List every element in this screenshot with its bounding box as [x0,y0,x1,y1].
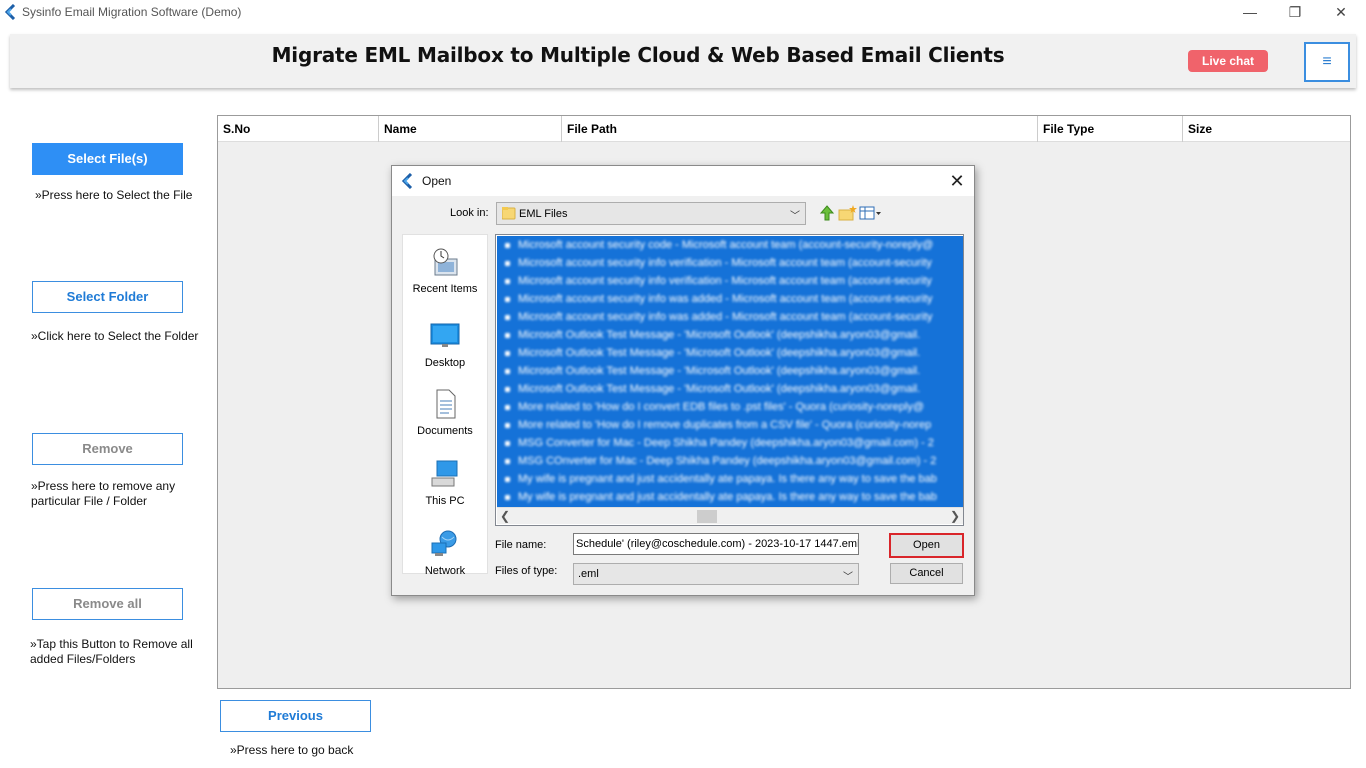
minimize-button[interactable]: — [1230,2,1270,24]
restore-button[interactable]: ❐ [1275,2,1315,24]
file-item[interactable]: Microsoft account security info was adde… [497,308,963,326]
column-size[interactable]: Size [1183,116,1350,142]
hamburger-icon: ≡ [1322,53,1332,70]
documents-icon [436,389,456,419]
up-one-level-icon[interactable] [817,204,837,222]
select-files-button[interactable]: Select File(s) [32,143,183,175]
chevron-down-icon: ﹀ [790,211,800,222]
remove-all-button[interactable]: Remove all [32,588,183,620]
select-files-hint: »Press here to Select the File [35,188,193,202]
this-pc-icon [431,460,458,487]
file-item[interactable]: Microsoft account security info verifica… [497,272,963,290]
file-item[interactable]: My wife is pregnant and just accidentall… [497,470,963,488]
window-titlebar: Sysinfo Email Migration Software (Demo) … [0,0,1366,30]
file-list-items[interactable]: Microsoft account security code - Micros… [497,236,963,507]
previous-button[interactable]: Previous [220,700,371,732]
open-file-dialog: Open ✕ Look in: EML Files ﹀ Recent Items… [391,165,975,596]
files-of-type-dropdown[interactable]: .eml ﹀ [573,563,859,585]
file-name-label: File name: [495,539,547,551]
file-list[interactable]: Microsoft account security code - Micros… [495,234,964,526]
file-item[interactable]: Microsoft Outlook Test Message - 'Micros… [497,362,963,380]
scroll-thumb[interactable] [697,510,717,523]
dialog-titlebar: Open ✕ [392,166,974,196]
places-bar: Recent Items Desktop Documents This PC N… [402,234,488,577]
look-in-dropdown[interactable]: EML Files ﹀ [496,202,806,225]
close-button[interactable]: ✕ [1321,2,1361,24]
place-label: Desktop [424,357,466,369]
file-item[interactable]: My wife is pregnant and just accidentall… [497,488,963,506]
place-label: Recent Items [412,283,478,295]
view-menu-icon[interactable] [859,204,883,222]
table-header: S.No Name File Path File Type Size [218,116,1350,142]
look-in-label: Look in: [450,207,489,219]
place-documents[interactable]: Documents [403,389,487,437]
column-sno[interactable]: S.No [218,116,379,142]
open-button[interactable]: Open [889,533,964,558]
look-in-value: EML Files [519,208,568,220]
place-label: Documents [417,425,473,437]
chevron-down-icon: ﹀ [843,572,853,583]
remove-hint: »Press here to remove any particular Fil… [31,479,176,508]
scroll-right-icon[interactable]: ❯ [947,508,963,525]
page-title: Migrate EML Mailbox to Multiple Cloud & … [271,43,1005,67]
app-logo-icon [4,4,16,20]
scroll-left-icon[interactable]: ❮ [497,508,513,525]
column-file-type[interactable]: File Type [1038,116,1183,142]
files-of-type-value: .eml [578,568,599,580]
header-banner: Migrate EML Mailbox to Multiple Cloud & … [10,34,1356,88]
dialog-close-button[interactable]: ✕ [944,169,970,193]
column-name[interactable]: Name [379,116,562,142]
app-title: Sysinfo Email Migration Software (Demo) [22,5,242,19]
file-item[interactable]: MSG COnverter for Mac - Deep Shikha Pand… [497,452,963,470]
desktop-icon [430,323,460,347]
network-icon [431,530,457,556]
place-this-pc[interactable]: This PC [403,459,487,507]
previous-hint: »Press here to go back [230,743,354,757]
file-item[interactable]: Microsoft Outlook Test Message - 'Micros… [497,344,963,362]
place-network[interactable]: Network [403,529,487,577]
horizontal-scrollbar[interactable]: ❮ ❯ [497,507,963,524]
files-of-type-label: Files of type: [495,565,558,577]
file-item[interactable]: Microsoft account security code - Micros… [497,236,963,254]
place-label: Network [424,565,466,577]
column-file-path[interactable]: File Path [562,116,1038,142]
file-item[interactable]: Microsoft Outlook Test Message - 'Micros… [497,326,963,344]
dialog-title: Open [422,174,452,188]
select-folder-hint: »Click here to Select the Folder [31,329,199,343]
file-item[interactable]: Microsoft account security info was adde… [497,290,963,308]
file-item[interactable]: Microsoft account security info verifica… [497,254,963,272]
folder-icon [502,207,516,220]
file-item[interactable]: MSG Converter for Mac - Deep Shikha Pand… [497,434,963,452]
live-chat-button[interactable]: Live chat [1188,50,1268,72]
place-recent-items[interactable]: Recent Items [403,247,487,295]
cancel-button[interactable]: Cancel [890,563,963,584]
file-name-input[interactable]: Schedule' (riley@coschedule.com) - 2023-… [573,533,859,555]
menu-button[interactable]: ≡ [1304,42,1350,82]
new-folder-icon[interactable] [838,204,858,222]
place-desktop[interactable]: Desktop [403,321,487,369]
remove-button[interactable]: Remove [32,433,183,465]
file-item[interactable]: More related to 'How do I remove duplica… [497,416,963,434]
file-item[interactable]: Microsoft Outlook Test Message - 'Micros… [497,380,963,398]
select-folder-button[interactable]: Select Folder [32,281,183,313]
recent-items-icon [433,248,458,276]
remove-all-hint: »Tap this Button to Remove all added Fil… [30,637,193,666]
app-logo-icon [401,173,413,189]
file-item[interactable]: More related to 'How do I convert EDB fi… [497,398,963,416]
place-label: This PC [425,495,465,507]
